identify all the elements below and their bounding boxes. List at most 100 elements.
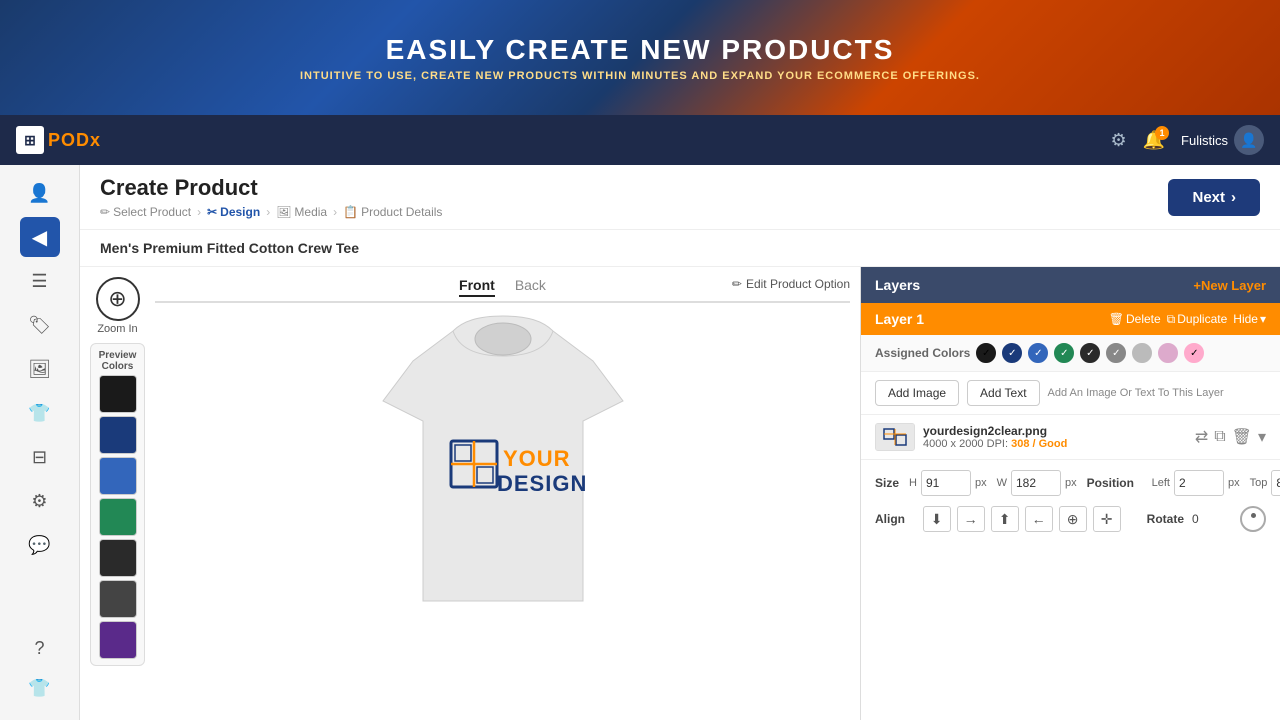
tab-front[interactable]: Front (459, 277, 495, 297)
align-rotate-row: Align ⬇ → ⬆ ← ⊕ ✛ Rotate 0 (875, 506, 1266, 532)
product-details-icon: 📋 (343, 205, 358, 219)
zoom-label: Zoom In (97, 323, 137, 335)
sidebar-icon-tshirt-bottom[interactable]: 👕 (20, 672, 60, 712)
edit-product-option-button[interactable]: ✏ Edit Product Option (732, 277, 850, 291)
color-swatch-blue[interactable] (99, 457, 137, 495)
color-swatch-green[interactable] (99, 498, 137, 536)
sidebar-icon-tag[interactable]: 🏷 (20, 305, 60, 345)
layer-1-actions: 🗑 Delete ⧉ Duplicate Hide ▾ (1109, 312, 1266, 327)
zoom-circle: ⊕ (96, 277, 140, 321)
breadcrumb-sep-1: › (197, 205, 201, 219)
color-swatch-black[interactable] (99, 375, 137, 413)
align-bottom-button[interactable]: ⬇ (923, 506, 951, 532)
assigned-color-6[interactable]: ✓ (1106, 343, 1126, 363)
rotate-control[interactable] (1240, 506, 1266, 532)
color-swatch-dark[interactable] (99, 539, 137, 577)
delete-layer-button[interactable]: 🗑 Delete (1109, 312, 1161, 326)
align-left-button[interactable]: ← (1025, 506, 1053, 532)
next-arrow-icon: › (1231, 189, 1236, 206)
align-top-button[interactable]: ⬆ (991, 506, 1019, 532)
assigned-color-8[interactable] (1158, 343, 1178, 363)
dpi-value: 308 (1011, 438, 1029, 450)
settings-button[interactable]: ⚙ (1110, 130, 1126, 151)
copy-file-button[interactable]: ⧉ (1214, 428, 1225, 446)
assigned-color-7[interactable] (1132, 343, 1152, 363)
color-swatch-navy[interactable] (99, 416, 137, 454)
add-text-button[interactable]: Add Text (967, 380, 1039, 406)
size-position-section: Size H px W px Position (861, 460, 1280, 542)
breadcrumb-select-product[interactable]: ✏ Select Product (100, 205, 191, 219)
color-swatch-charcoal[interactable] (99, 580, 137, 618)
sidebar-icon-shirt[interactable]: 👕 (20, 393, 60, 433)
align-center-v-button[interactable]: ✛ (1093, 506, 1121, 532)
chevron-down-icon: ▾ (1260, 312, 1266, 326)
layer-file-row: yourdesign2clear.png 4000 x 2000 DPI: 30… (861, 415, 1280, 460)
tab-back[interactable]: Back (515, 277, 546, 297)
w-label: W (997, 477, 1007, 489)
product-details-label: Product Details (361, 205, 442, 219)
assigned-color-2[interactable]: ✓ (1002, 343, 1022, 363)
rotate-dot (1251, 513, 1256, 518)
edit-product-option-label: Edit Product Option (746, 277, 850, 291)
sidebar-icon-image[interactable]: 🖼 (20, 349, 60, 389)
user-menu[interactable]: Fulistics 👤 (1181, 125, 1264, 155)
assigned-color-9[interactable]: ✓ (1184, 343, 1204, 363)
add-image-button[interactable]: Add Image (875, 380, 959, 406)
align-right-button[interactable]: → (957, 506, 985, 532)
file-dimensions: 4000 x 2000 (923, 438, 984, 450)
preview-colors-panel: PreviewColors (90, 343, 145, 666)
nav-right: ⚙ 🔔 1 Fulistics 👤 (1110, 125, 1264, 155)
sidebar-back-button[interactable]: ◀ (20, 217, 60, 257)
top-input[interactable] (1271, 470, 1280, 496)
content-area: ⊕ Zoom In PreviewColors (80, 267, 1280, 720)
breadcrumb-design[interactable]: ✂ Design (207, 205, 260, 219)
width-field-group: W px (997, 470, 1077, 496)
assigned-color-5[interactable]: ✓ (1080, 343, 1100, 363)
tshirt-area: ⊕ Zoom In PreviewColors (80, 267, 860, 720)
top-label: Top (1250, 477, 1268, 489)
expand-file-button[interactable]: ▾ (1258, 427, 1266, 447)
add-buttons-row: Add Image Add Text Add An Image Or Text … (861, 372, 1280, 415)
assigned-color-1[interactable]: ✓ (976, 343, 996, 363)
zoom-in-button[interactable]: ⊕ Zoom In (96, 277, 140, 335)
nav-logo: ⊞ PODx (16, 126, 101, 154)
layer-file-actions: ⇄ ⧉ 🗑 ▾ (1195, 427, 1266, 447)
duplicate-icon: ⧉ (1167, 312, 1176, 327)
sidebar-icon-chat[interactable]: 💬 (20, 525, 60, 565)
page-area: Create Product ✏ Select Product › ✂ Desi… (80, 165, 1280, 720)
sidebar-icon-layers[interactable]: ⊟ (20, 437, 60, 477)
layers-panel: Layers +New Layer Layer 1 🗑 Delete ⧉ Dup… (860, 267, 1280, 720)
notification-button[interactable]: 🔔 1 (1143, 130, 1165, 151)
left-input[interactable] (1174, 470, 1224, 496)
left-unit: px (1228, 477, 1240, 489)
delete-file-button[interactable]: 🗑 (1232, 427, 1252, 447)
align-buttons-row: ⬇ → ⬆ ← ⊕ ✛ (923, 506, 1121, 532)
next-button[interactable]: Next › (1168, 179, 1260, 216)
edit-icon: ✏ (732, 277, 742, 291)
design-label: Design (220, 205, 260, 219)
sidebar-icon-list[interactable]: ☰ (20, 261, 60, 301)
new-layer-button[interactable]: +New Layer (1193, 278, 1266, 293)
breadcrumb-sep-2: › (266, 205, 270, 219)
layer-1-name: Layer 1 (875, 311, 924, 327)
svg-text:YOUR: YOUR (503, 446, 571, 471)
breadcrumb-media[interactable]: 🖼 Media (276, 205, 327, 219)
align-center-h-button[interactable]: ⊕ (1059, 506, 1087, 532)
sidebar-icon-help[interactable]: ? (20, 628, 60, 668)
width-input[interactable] (1011, 470, 1061, 496)
add-hint: Add An Image Or Text To This Layer (1048, 387, 1224, 399)
main-content: 👤 ◀ ☰ 🏷 🖼 👕 ⊟ ⚙ 💬 ? 👕 Create Product ✏ S… (0, 165, 1280, 720)
sidebar-icon-user[interactable]: 👤 (20, 173, 60, 213)
w-unit: px (1065, 477, 1077, 489)
sidebar-icon-settings[interactable]: ⚙ (20, 481, 60, 521)
hide-layer-button[interactable]: Hide ▾ (1233, 312, 1266, 326)
assigned-color-3[interactable]: ✓ (1028, 343, 1048, 363)
top-field-group: Top px (1250, 470, 1280, 496)
breadcrumb-product-details[interactable]: 📋 Product Details (343, 205, 442, 219)
assigned-color-4[interactable]: ✓ (1054, 343, 1074, 363)
replace-file-button[interactable]: ⇄ (1195, 427, 1208, 447)
color-swatch-purple[interactable] (99, 621, 137, 659)
page-header-left: Create Product ✏ Select Product › ✂ Desi… (100, 175, 442, 219)
height-input[interactable] (921, 470, 971, 496)
duplicate-layer-button[interactable]: ⧉ Duplicate (1167, 312, 1228, 327)
